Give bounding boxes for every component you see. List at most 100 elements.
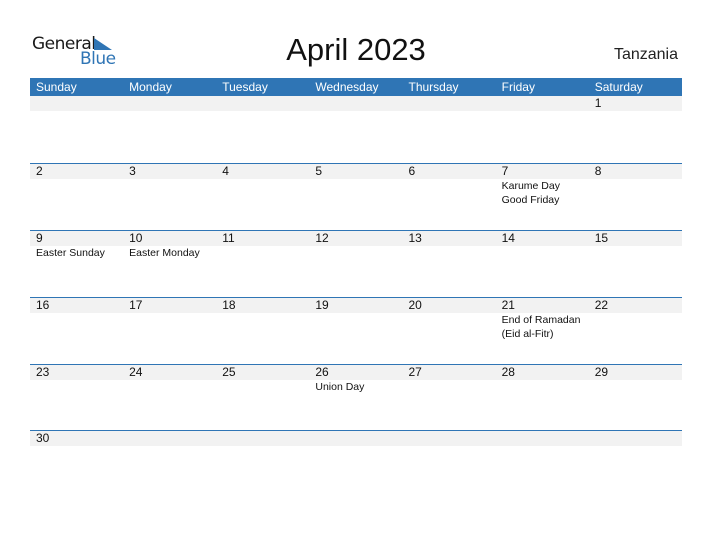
holiday-label xyxy=(496,380,589,395)
day-number: 10 xyxy=(129,231,143,245)
day-number: 4 xyxy=(222,164,229,178)
holiday-label xyxy=(589,446,682,447)
day-number: 2 xyxy=(36,164,43,178)
day-number xyxy=(309,431,402,446)
holiday-label xyxy=(403,179,496,207)
day-number xyxy=(309,96,402,111)
country-label: Tanzania xyxy=(613,46,678,63)
holiday-label xyxy=(403,446,496,447)
weekday-thursday: Thursday xyxy=(408,80,459,94)
weekday-saturday: Saturday xyxy=(594,80,643,94)
holiday-label xyxy=(309,446,402,447)
day-number: 15 xyxy=(594,231,609,245)
holiday-label: End of Ramadan (Eid al-Fitr) xyxy=(501,314,581,340)
events-row: Karume Day Good Friday xyxy=(30,179,682,207)
holiday-label xyxy=(216,313,309,341)
holiday-label: Union Day xyxy=(315,381,365,393)
week-row: 30 xyxy=(30,430,682,447)
day-number xyxy=(216,96,309,111)
holiday-label: Easter Sunday xyxy=(36,247,105,259)
holiday-label xyxy=(123,313,216,341)
date-strip: 23 24 25 26 27 28 29 xyxy=(30,365,682,380)
holiday-label xyxy=(589,313,682,341)
weekday-header: Sunday Monday Tuesday Wednesday Thursday… xyxy=(30,78,682,96)
day-number: 8 xyxy=(594,164,602,178)
week-row: 9 10 11 12 13 14 15 Easter Sunday Easter Monday xyxy=(30,230,682,261)
holiday-label xyxy=(309,179,402,207)
holiday-label xyxy=(403,380,496,395)
day-number xyxy=(496,96,589,111)
weekday-sunday: Sunday xyxy=(36,80,77,94)
holiday-label xyxy=(216,111,309,112)
date-strip: 30 xyxy=(30,431,682,446)
day-number: 26 xyxy=(315,365,329,379)
day-number: 28 xyxy=(501,365,515,379)
day-number: 27 xyxy=(408,365,422,379)
holiday-label: Easter Monday xyxy=(129,247,200,259)
holiday-label xyxy=(123,111,216,112)
day-number: 23 xyxy=(36,365,50,379)
week-row: 23 24 25 26 27 28 29 Union Day xyxy=(30,364,682,395)
date-strip: 1 xyxy=(30,96,682,111)
holiday-label xyxy=(123,446,216,447)
day-number xyxy=(123,431,216,446)
weekday-monday: Monday xyxy=(129,80,172,94)
day-number xyxy=(403,431,496,446)
day-number: 1 xyxy=(594,96,602,110)
holiday-label xyxy=(589,246,682,261)
day-number xyxy=(123,96,216,111)
weekday-wednesday: Wednesday xyxy=(315,80,379,94)
holiday-label xyxy=(589,111,682,112)
day-number: 20 xyxy=(408,298,422,312)
events-row xyxy=(30,111,682,112)
holiday-label xyxy=(403,246,496,261)
holiday-label xyxy=(30,380,123,395)
day-number: 22 xyxy=(594,298,609,312)
holiday-label xyxy=(216,246,309,261)
day-number xyxy=(216,431,309,446)
day-number xyxy=(496,431,589,446)
weekday-friday: Friday xyxy=(501,80,535,94)
day-number: 13 xyxy=(408,231,422,245)
day-number xyxy=(30,96,123,111)
date-strip: 16 17 18 19 20 21 22 xyxy=(30,298,682,313)
holiday-label xyxy=(30,179,123,207)
day-number: 14 xyxy=(501,231,515,245)
date-strip: 9 10 11 12 13 14 15 xyxy=(30,231,682,246)
week-row: 2 3 4 5 6 7 8 Karume Day Good Friday xyxy=(30,163,682,207)
events-row: Easter Sunday Easter Monday xyxy=(30,246,682,261)
day-number: 21 xyxy=(501,298,515,312)
calendar-title: April 2023 xyxy=(286,32,426,67)
day-number: 17 xyxy=(129,298,143,312)
holiday-label xyxy=(30,111,123,112)
day-number: 12 xyxy=(315,231,329,245)
weekday-tuesday: Tuesday xyxy=(222,80,268,94)
day-number: 7 xyxy=(501,164,509,178)
holiday-label xyxy=(309,246,402,261)
holiday-label xyxy=(30,313,123,341)
day-number: 11 xyxy=(222,231,235,245)
day-number: 6 xyxy=(408,164,416,178)
day-number: 18 xyxy=(222,298,236,312)
day-number: 3 xyxy=(129,164,136,178)
holiday-label xyxy=(496,446,589,447)
holiday-label xyxy=(309,111,402,112)
date-strip: 2 3 4 5 6 7 8 xyxy=(30,164,682,179)
holiday-label xyxy=(123,380,216,395)
day-number: 30 xyxy=(36,431,50,445)
holiday-label xyxy=(496,246,589,261)
day-number: 29 xyxy=(594,365,609,379)
holiday-label xyxy=(589,380,682,395)
holiday-label xyxy=(403,111,496,112)
holiday-label xyxy=(403,313,496,341)
holiday-label xyxy=(496,111,589,112)
week-row: 16 17 18 19 20 21 22 End of Ramadan (Eid al-Fit… xyxy=(30,297,682,341)
holiday-label xyxy=(216,380,309,395)
holiday-label xyxy=(589,179,682,207)
day-number xyxy=(403,96,496,111)
day-number: 5 xyxy=(315,164,323,178)
day-number: 9 xyxy=(36,231,43,245)
holiday-label xyxy=(216,446,309,447)
holiday-label xyxy=(309,313,402,341)
day-number: 25 xyxy=(222,365,236,379)
